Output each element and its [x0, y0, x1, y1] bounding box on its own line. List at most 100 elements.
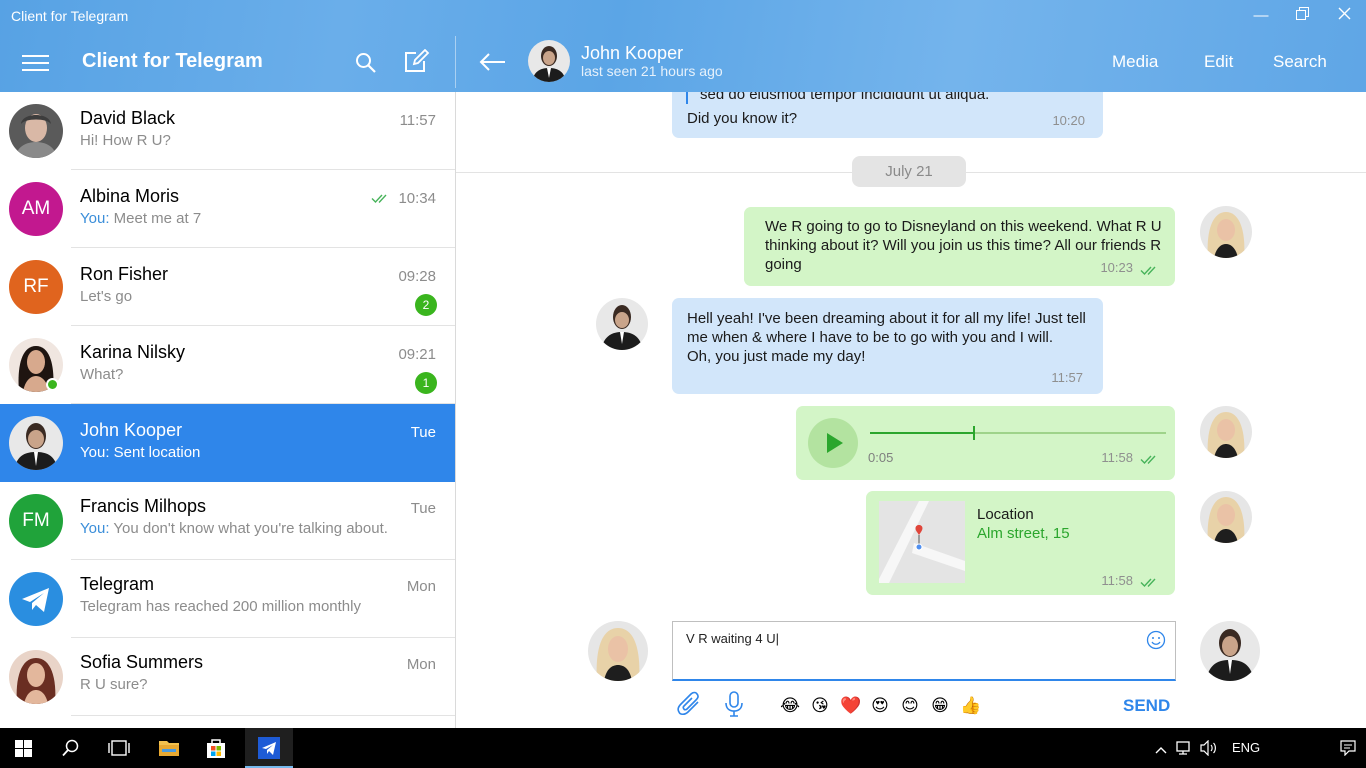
sender-avatar[interactable] — [596, 298, 648, 350]
dialog-time: Mon — [406, 578, 436, 595]
avatar — [9, 416, 63, 470]
emoji-blush-icon[interactable]: 😊 — [900, 696, 920, 716]
dialog-name: Telegram — [80, 574, 155, 594]
app-title: Client for Telegram — [82, 50, 263, 72]
emoji-picker-icon[interactable] — [1146, 630, 1166, 655]
dialog-preview: R U sure? — [80, 676, 148, 693]
search-icon[interactable] — [355, 52, 377, 79]
message-bubble-outgoing[interactable]: We R going to go to Disneyland on this w… — [744, 207, 1175, 286]
action-center-icon[interactable] — [1340, 740, 1356, 757]
avatar: RF — [9, 260, 63, 314]
message-input-text[interactable]: V R waiting 4 U| — [686, 631, 779, 646]
dialog-name: Karina Nilsky — [80, 342, 186, 362]
menu-icon[interactable] — [22, 55, 49, 71]
voice-progress-fill — [870, 432, 974, 434]
back-arrow-icon[interactable] — [478, 52, 506, 77]
attach-icon[interactable] — [676, 690, 704, 723]
send-button[interactable]: SEND — [1123, 696, 1170, 716]
dialog-item-john-kooper[interactable]: John Kooper You: Sent location Tue — [0, 404, 455, 482]
dialog-time: 11:57 — [399, 112, 436, 129]
task-view-icon[interactable] — [108, 740, 130, 756]
dialog-item-ron-fisher[interactable]: RF Ron Fisher Let's go 09:28 2 — [0, 248, 455, 326]
chat-status: last seen 21 hours ago — [581, 63, 723, 79]
chat-area[interactable]: sed do eiusmod tempor incididunt ut aliq… — [456, 92, 1366, 728]
dialog-name: Albina Moris — [80, 186, 180, 206]
store-icon[interactable] — [205, 737, 227, 759]
window-title: Client for Telegram — [11, 8, 129, 24]
unread-badge: 1 — [415, 372, 437, 394]
chat-avatar[interactable] — [528, 40, 570, 82]
emoji-grin-icon[interactable]: 😁 — [930, 696, 950, 716]
message-input[interactable]: V R waiting 4 U| — [672, 621, 1176, 681]
location-title: Location — [977, 506, 1034, 523]
dialog-time: Tue — [410, 500, 436, 517]
dialog-preview: Telegram has reached 200 million monthly — [80, 598, 361, 615]
dialog-name: Francis Milhops — [80, 496, 207, 516]
dialog-preview: Hi! How R U? — [80, 132, 171, 149]
dialog-time: 10:34 — [398, 190, 436, 207]
play-button[interactable] — [808, 418, 858, 468]
microphone-icon[interactable] — [724, 690, 744, 723]
location-message-bubble[interactable]: Location Alm street, 15 11:58 — [866, 491, 1175, 595]
avatar: FM — [9, 494, 63, 548]
online-indicator — [46, 378, 59, 391]
voice-progress-knob[interactable] — [972, 426, 975, 440]
telegram-app-icon — [258, 737, 280, 759]
voice-duration: 0:05 — [868, 450, 894, 465]
chevron-up-icon[interactable] — [1155, 741, 1167, 755]
header-divider — [455, 36, 456, 88]
message-time: 10:23 — [1100, 260, 1133, 275]
telegram-taskbar-button[interactable] — [245, 728, 293, 768]
message-time: 10:20 — [1052, 113, 1085, 128]
dialog-name: Sofia Summers — [80, 652, 204, 672]
dialog-name: John Kooper — [80, 420, 183, 440]
edit-button[interactable]: Edit — [1204, 52, 1233, 72]
dialog-item-francis-milhops[interactable]: FM Francis Milhops You: You don't know w… — [0, 482, 455, 560]
dialog-name: David Black — [80, 108, 176, 128]
restore-icon[interactable] — [1291, 5, 1313, 27]
emoji-joy-icon[interactable]: 😂 — [780, 696, 800, 716]
close-icon[interactable] — [1333, 5, 1355, 27]
dialog-item-telegram[interactable]: Telegram Telegram has reached 200 millio… — [0, 560, 455, 638]
chat-name[interactable]: John Kooper — [581, 43, 683, 64]
voice-progress-track[interactable] — [870, 426, 1166, 440]
windows-start-icon[interactable] — [15, 740, 32, 757]
language-indicator[interactable]: ENG — [1232, 728, 1260, 768]
sender-avatar[interactable] — [1200, 491, 1252, 543]
media-button[interactable]: Media — [1112, 52, 1158, 72]
read-check-icon — [1140, 574, 1159, 593]
date-separator: July 21 — [852, 156, 966, 187]
emoji-heart-icon[interactable]: ❤️ — [840, 696, 861, 716]
avatar — [9, 104, 63, 158]
sender-avatar[interactable] — [1200, 406, 1252, 458]
peer-avatar[interactable] — [1200, 621, 1260, 681]
message-bubble-incoming[interactable]: Hell yeah! I've been dreaming about it f… — [672, 298, 1103, 394]
volume-icon[interactable] — [1200, 739, 1218, 757]
dialog-preview: You: Sent location — [80, 444, 201, 461]
app-header: Client for Telegram — Client for Telegra… — [0, 0, 1366, 92]
dialog-item-david-black[interactable]: David Black Hi! How R U? 11:57 — [0, 92, 455, 170]
search-button[interactable]: Search — [1273, 52, 1327, 72]
voice-message-bubble[interactable]: 0:05 11:58 — [796, 406, 1175, 480]
message-time: 11:57 — [1051, 370, 1083, 385]
dialog-item-karina-nilsky[interactable]: Karina Nilsky What? 09:21 1 — [0, 326, 455, 404]
sender-avatar[interactable] — [1200, 206, 1252, 258]
search-icon[interactable] — [62, 739, 80, 757]
emoji-kiss-icon[interactable]: 😘 — [810, 696, 830, 716]
file-explorer-icon[interactable] — [158, 738, 180, 758]
dialog-item-sofia-summers[interactable]: Sofia Summers R U sure? Mon — [0, 638, 455, 716]
dialog-item-albina-moris[interactable]: AM Albina Moris You: Meet me at 7 10:34 — [0, 170, 455, 248]
emoji-thumbs-up-icon[interactable]: 👍 — [960, 696, 981, 716]
unread-badge: 2 — [415, 294, 437, 316]
dialog-list[interactable]: David Black Hi! How R U? 11:57 AM Albina… — [0, 92, 456, 728]
emoji-heart-eyes-icon[interactable]: 😍 — [870, 696, 890, 716]
network-icon[interactable] — [1176, 740, 1194, 756]
dialog-time: 09:28 — [398, 268, 436, 285]
map-thumbnail[interactable] — [879, 501, 965, 583]
dialog-time: 09:21 — [398, 346, 436, 363]
minimize-icon[interactable]: — — [1250, 5, 1272, 27]
location-address: Alm street, 15 — [977, 525, 1070, 542]
message-bubble-incoming[interactable]: sed do eiusmod tempor incididunt ut aliq… — [672, 92, 1103, 138]
my-avatar[interactable] — [588, 621, 648, 681]
compose-icon[interactable] — [404, 48, 430, 78]
